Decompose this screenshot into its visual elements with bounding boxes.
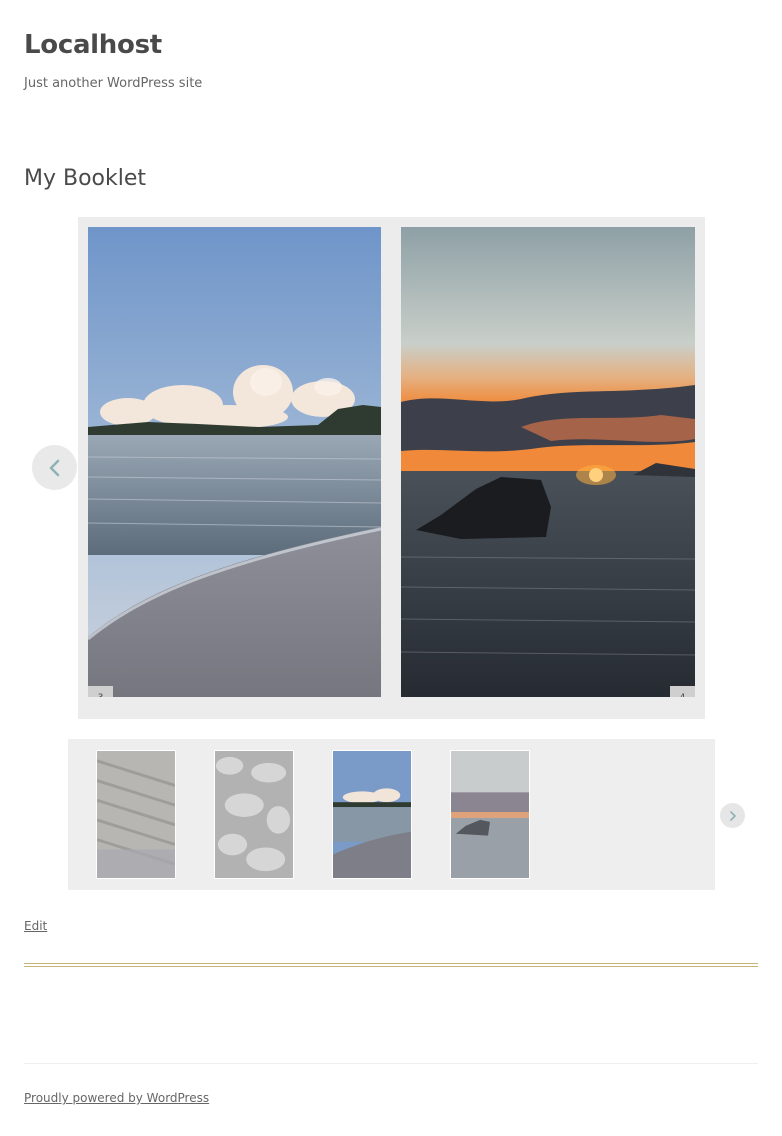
chevron-right-icon xyxy=(729,810,736,821)
thumbnail-1[interactable] xyxy=(96,750,176,879)
page-number-right: 4 xyxy=(670,686,695,697)
footer-divider xyxy=(24,1063,758,1064)
beach-thumbnail xyxy=(333,751,411,878)
sunset-thumbnail xyxy=(451,751,529,878)
site-title[interactable]: Localhost xyxy=(24,30,162,60)
chevron-left-icon xyxy=(49,459,59,476)
rocky-shore-thumbnail xyxy=(97,751,175,878)
thumbnail-3[interactable] xyxy=(332,750,412,879)
thumbnail-strip xyxy=(68,739,715,890)
content-divider xyxy=(24,963,758,967)
thumbnail-4[interactable] xyxy=(450,750,530,879)
edit-link[interactable]: Edit xyxy=(24,919,47,933)
powered-by-link[interactable]: Proudly powered by WordPress xyxy=(24,1091,209,1105)
booklet-prev-button[interactable] xyxy=(32,445,77,490)
booklet: 3 xyxy=(78,217,705,719)
booklet-page-left[interactable]: 3 xyxy=(88,227,381,697)
booklet-page-right[interactable]: 4 xyxy=(401,227,695,697)
site-description: Just another WordPress site xyxy=(24,76,203,91)
page-title: My Booklet xyxy=(24,166,147,191)
beach-photo xyxy=(88,227,381,697)
sunset-photo xyxy=(401,227,695,697)
thumbnail-2[interactable] xyxy=(214,750,294,879)
thumbnails-next-button[interactable] xyxy=(720,803,745,828)
stones-thumbnail xyxy=(215,751,293,878)
page-number-left: 3 xyxy=(88,686,113,697)
